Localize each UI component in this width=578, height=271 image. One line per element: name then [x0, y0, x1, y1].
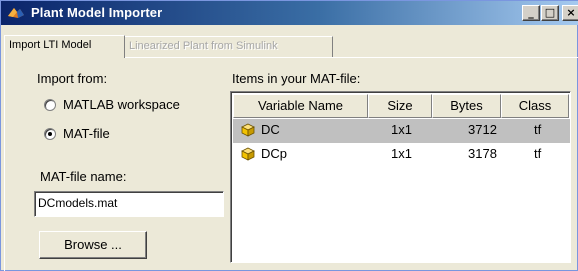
minimize-button[interactable]: _ — [522, 5, 540, 21]
browse-button-label: Browse ... — [64, 237, 122, 252]
matlab-membrane-icon — [8, 8, 24, 18]
import-from-label: Import from: — [37, 71, 108, 86]
radio-matlab-workspace-label[interactable]: MATLAB workspace — [63, 97, 180, 112]
size-cell: 1x1 — [391, 122, 412, 137]
mat-file-name-input[interactable]: DCmodels.mat — [34, 191, 224, 217]
tab-label: Linearized Plant from Simulink — [129, 40, 278, 52]
radio-mat-file-label[interactable]: MAT-file — [63, 126, 110, 141]
minimize-icon: _ — [528, 6, 534, 19]
tab-label: Import LTI Model — [9, 39, 92, 51]
tab-import-lti-model[interactable]: Import LTI Model — [4, 35, 125, 58]
variable-name-cell: DC — [261, 122, 280, 137]
variable-name-cell: DCp — [261, 146, 288, 161]
close-button[interactable]: × — [562, 5, 578, 21]
column-header-label: Bytes — [450, 98, 483, 113]
class-cell: tf — [534, 122, 542, 137]
title-bar[interactable]: Plant Model Importer _ □ × — [1, 1, 578, 25]
column-header-label: Size — [387, 98, 413, 113]
mat-file-name-label: MAT-file name: — [40, 169, 127, 184]
plant-model-importer-window: Plant Model Importer _ □ × Import LTI Mo… — [0, 0, 578, 271]
close-icon: × — [566, 6, 576, 19]
cube-icon — [241, 123, 255, 137]
column-header-bytes[interactable]: Bytes — [432, 94, 501, 118]
items-label: Items in your MAT-file: — [232, 71, 361, 86]
radio-mat-file[interactable] — [44, 128, 56, 140]
variables-table: Variable Name Size Bytes Class DC 1x1 37… — [230, 91, 571, 263]
browse-button[interactable]: Browse ... — [39, 231, 147, 259]
bytes-cell: 3178 — [468, 146, 497, 161]
column-header-size[interactable]: Size — [368, 94, 432, 118]
size-cell: 1x1 — [391, 146, 412, 161]
maximize-button[interactable]: □ — [541, 5, 559, 21]
window-title: Plant Model Importer — [31, 5, 163, 20]
tab-linearized-plant-from-simulink[interactable]: Linearized Plant from Simulink — [125, 36, 333, 57]
table-row[interactable]: DCp 1x1 3178 tf — [233, 143, 570, 167]
radio-selected-dot — [48, 132, 52, 136]
column-header-variable-name[interactable]: Variable Name — [233, 94, 368, 118]
column-header-label: Class — [518, 98, 552, 113]
column-header-class[interactable]: Class — [501, 94, 569, 118]
radio-matlab-workspace[interactable] — [44, 99, 56, 111]
class-cell: tf — [534, 146, 542, 161]
mat-file-name-value: DCmodels.mat — [38, 196, 118, 210]
table-row[interactable]: DC 1x1 3712 tf — [233, 119, 570, 143]
cube-icon — [241, 147, 255, 161]
column-header-label: Variable Name — [257, 98, 344, 113]
bytes-cell: 3712 — [468, 122, 497, 137]
maximize-icon: □ — [544, 6, 556, 19]
